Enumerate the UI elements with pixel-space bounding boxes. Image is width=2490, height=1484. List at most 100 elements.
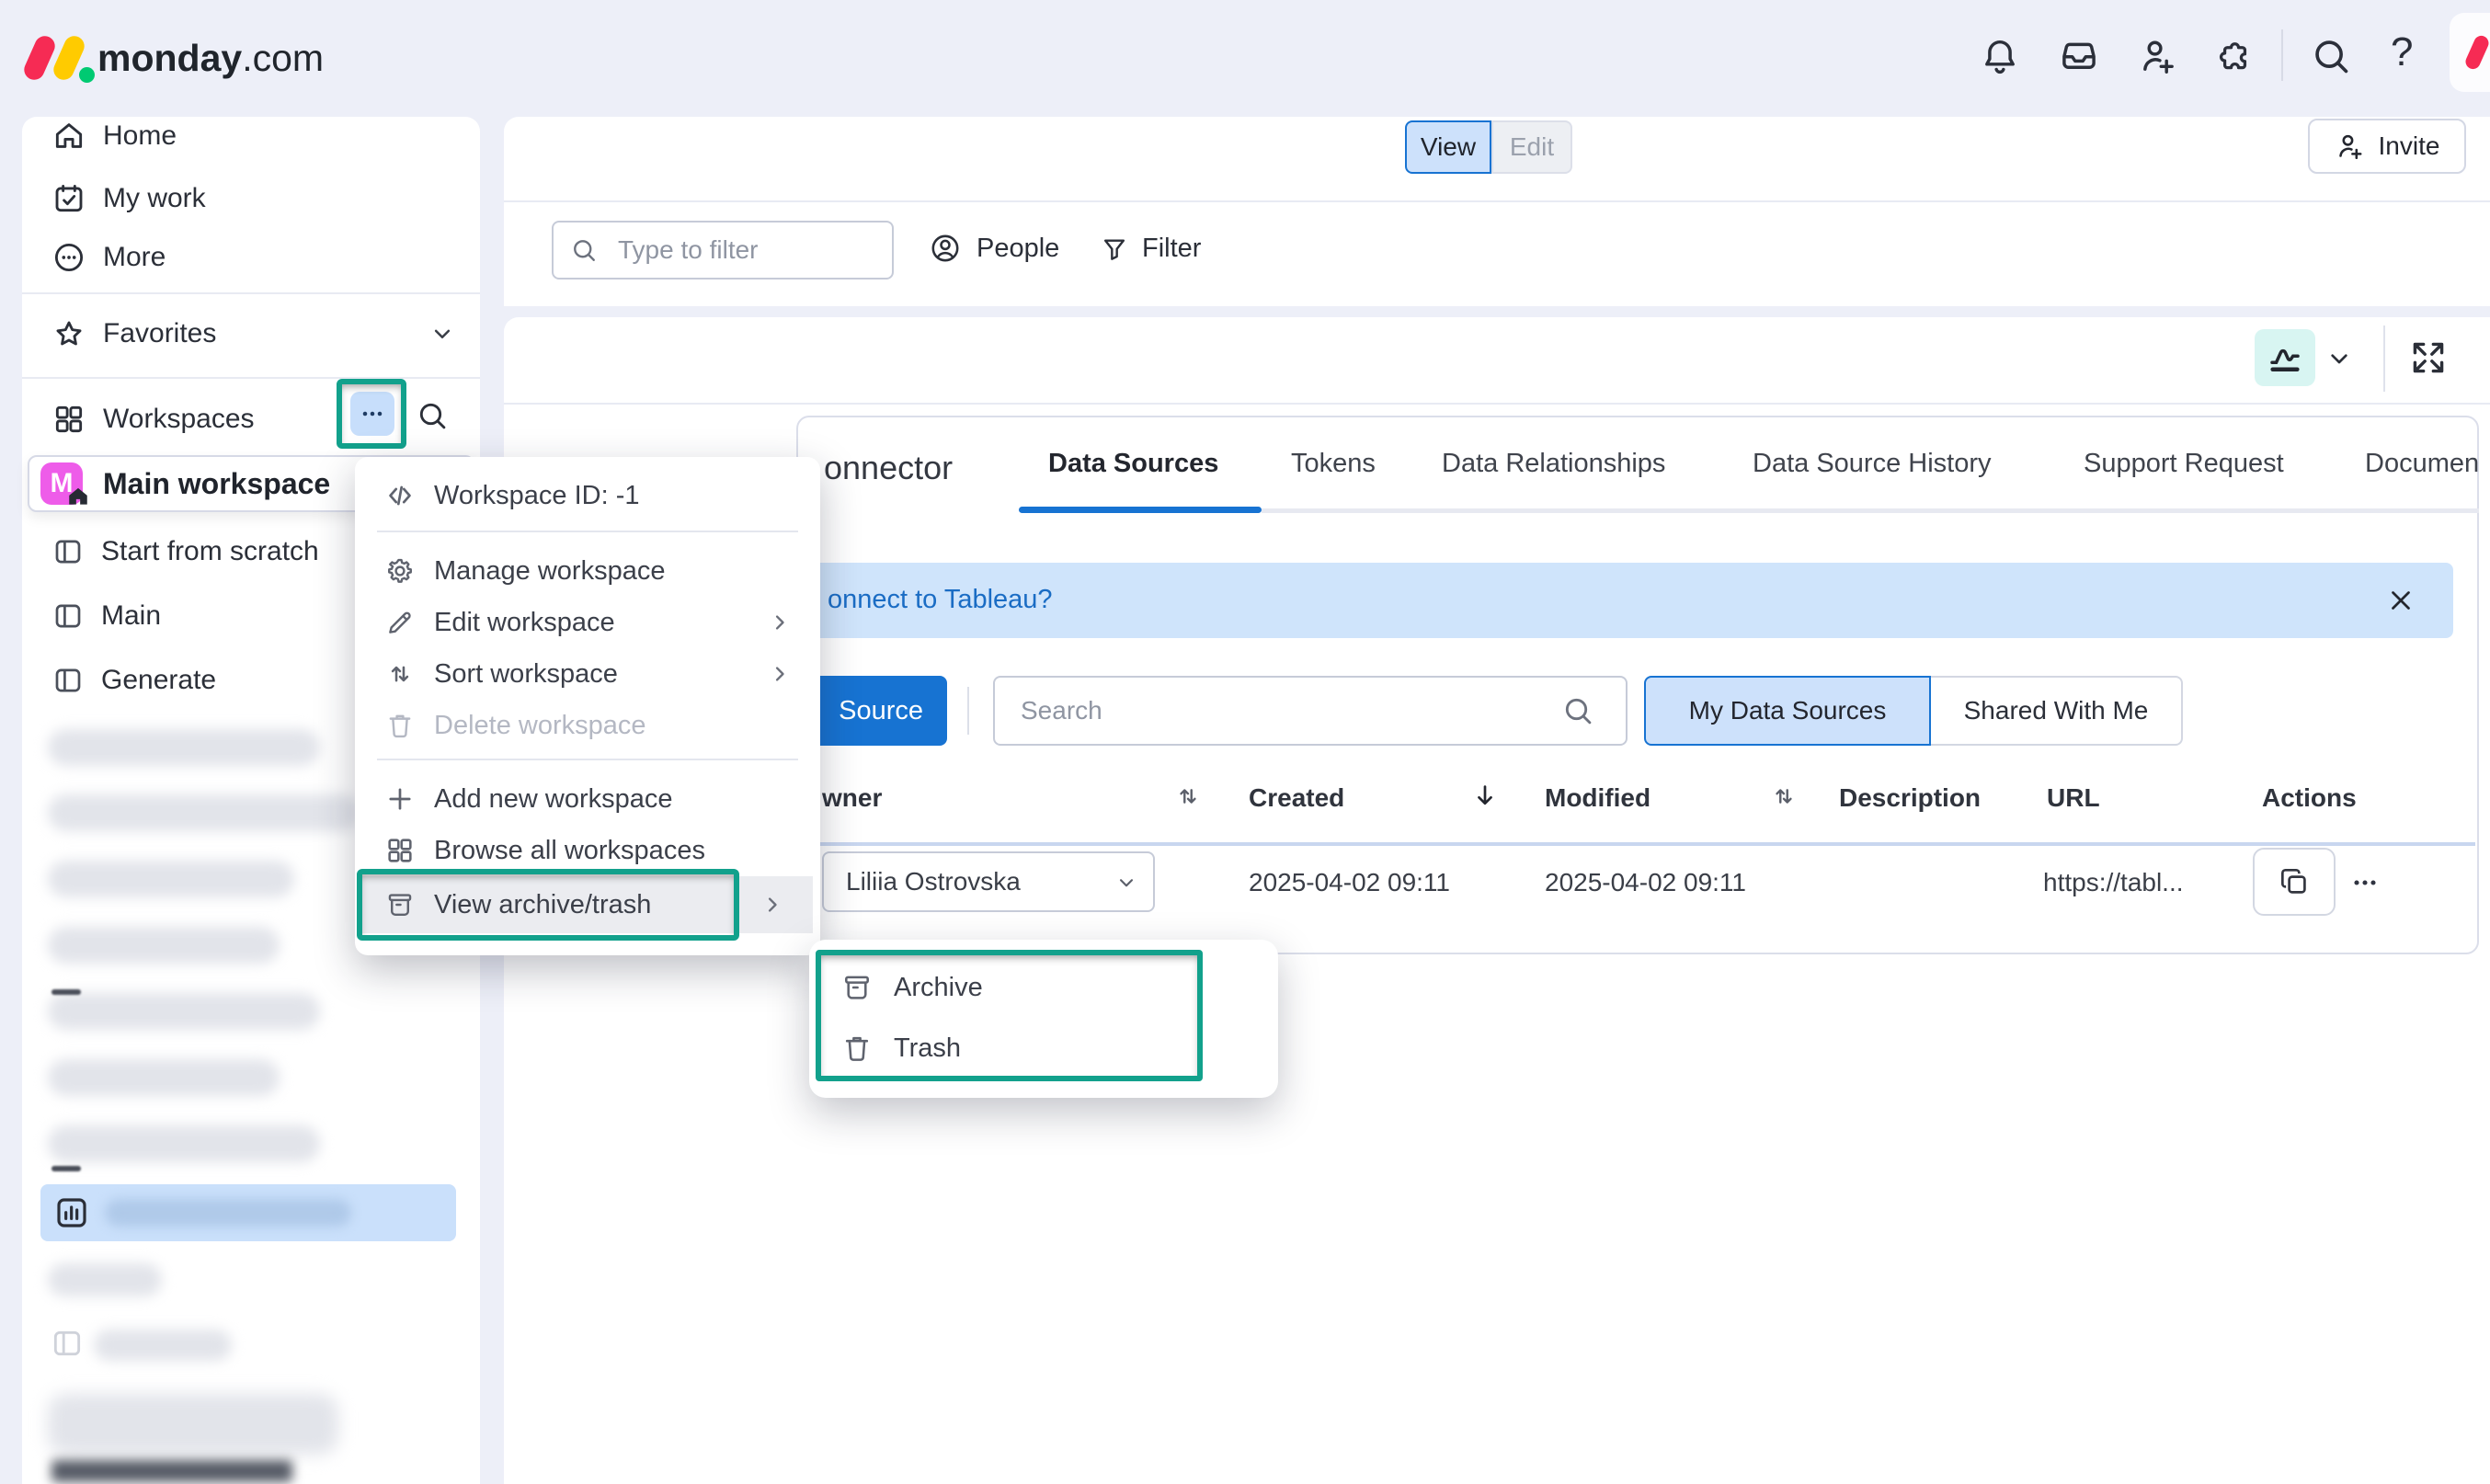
plus-icon <box>384 783 416 815</box>
redacted-board-item[interactable] <box>48 861 294 897</box>
filter-funnel-icon <box>1100 234 1129 264</box>
header-divider <box>2281 29 2283 81</box>
board-icon <box>51 664 85 697</box>
help-icon[interactable]: ? <box>2391 29 2413 75</box>
filter-button[interactable]: Filter <box>1100 234 1201 264</box>
sidebar-divider-2 <box>22 377 480 379</box>
invite-button[interactable]: Invite <box>2308 119 2466 174</box>
current-workspace-name: Main workspace <box>103 467 330 501</box>
menu-item-manage-workspace[interactable]: Manage workspace <box>355 547 820 595</box>
global-search-icon[interactable] <box>2310 35 2352 77</box>
menu-item-edit-workspace[interactable]: Edit workspace <box>355 599 820 646</box>
board-label: Generate <box>101 665 216 696</box>
redacted-board-item[interactable] <box>48 1394 338 1455</box>
sidebar-board-generate[interactable]: Generate <box>51 660 216 701</box>
people-filter-button[interactable]: People <box>929 232 1059 265</box>
copy-url-button[interactable] <box>2253 848 2336 916</box>
submenu-label: Archive <box>894 973 983 1003</box>
owner-dropdown[interactable]: Liliia Ostrovska <box>822 851 1155 912</box>
widget-title-fragment: onnector <box>824 449 953 487</box>
redacted-board-item[interactable] <box>48 1125 320 1162</box>
created-value: 2025-04-02 09:11 <box>1249 868 1450 897</box>
workspace-menu-button[interactable] <box>350 392 394 436</box>
sidebar-item-favorites[interactable]: Favorites <box>51 314 456 354</box>
tab-data-relationships[interactable]: Data Relationships <box>1442 449 1665 479</box>
invite-members-icon[interactable] <box>2137 35 2179 77</box>
redacted-board-icon <box>50 1326 85 1361</box>
submenu-chevron-right-icon <box>767 610 793 635</box>
menu-label: Edit workspace <box>434 608 615 638</box>
apps-marketplace-icon[interactable] <box>2216 35 2258 77</box>
gear-icon <box>384 555 416 587</box>
col-description: Description <box>1839 783 1981 813</box>
menu-divider <box>377 531 798 532</box>
shared-with-me-toggle[interactable]: Shared With Me <box>1929 676 2183 746</box>
tab-support-request[interactable]: Support Request <box>2084 449 2284 479</box>
more-label: More <box>103 242 166 273</box>
my-data-sources-toggle[interactable]: My Data Sources <box>1644 676 1931 746</box>
sidebar-board-start-from-scratch[interactable]: Start from scratch <box>51 531 319 572</box>
pencil-icon <box>384 607 416 638</box>
tab-tokens[interactable]: Tokens <box>1291 449 1376 479</box>
product-switcher[interactable] <box>2450 13 2490 92</box>
tab-documentation[interactable]: Documen <box>2365 449 2479 479</box>
sidebar-item-workspaces[interactable]: Workspaces <box>51 399 255 439</box>
sidebar-item-my-work[interactable]: My work <box>51 178 206 219</box>
source-search-icon <box>1561 694 1594 727</box>
workspace-search-icon[interactable] <box>416 399 449 432</box>
notifications-bell-icon[interactable] <box>1979 35 2021 77</box>
redacted-dash <box>51 1166 81 1171</box>
col-url: URL <box>2047 783 2100 813</box>
tab-data-sources[interactable]: Data Sources <box>1048 449 1218 479</box>
submenu-chevron-right-icon <box>767 661 793 687</box>
menu-item-browse-all-workspaces[interactable]: Browse all workspaces <box>355 827 820 874</box>
redacted-board-item[interactable] <box>48 993 320 1030</box>
type-to-filter-input[interactable] <box>552 221 894 280</box>
menu-item-view-archive-trash[interactable]: View archive/trash <box>359 876 813 933</box>
favorites-chevron-icon[interactable] <box>428 320 456 348</box>
sidebar-selected-item[interactable] <box>40 1184 456 1241</box>
sidebar-item-home[interactable]: Home <box>51 116 177 156</box>
grid-icon <box>384 835 416 866</box>
board-label: Start from scratch <box>101 536 319 567</box>
favorites-label: Favorites <box>103 318 216 349</box>
owner-value: Liliia Ostrovska <box>846 867 1021 896</box>
expand-fullscreen-icon[interactable] <box>2407 337 2450 379</box>
view-toggle-button[interactable]: View <box>1405 120 1491 174</box>
created-sort-desc-icon[interactable] <box>1469 780 1501 811</box>
submenu-item-archive[interactable]: Archive <box>828 964 1232 1011</box>
widget-type-button[interactable] <box>2255 329 2315 386</box>
sidebar-board-main[interactable]: Main <box>51 596 161 636</box>
menu-label: Workspace ID: -1 <box>434 481 639 511</box>
widget-type-chevron-icon[interactable] <box>2324 344 2354 373</box>
menu-item-workspace-id[interactable]: Workspace ID: -1 <box>355 472 820 519</box>
tab-underline-track <box>1262 508 2479 513</box>
redacted-board-item[interactable] <box>48 1263 162 1296</box>
archive-trash-submenu: Archive Trash <box>809 940 1278 1098</box>
redacted-board-item[interactable] <box>48 729 320 766</box>
view-toggle-label: View <box>1421 132 1476 162</box>
banner-close-icon[interactable] <box>2385 585 2416 616</box>
people-person-icon <box>929 232 962 265</box>
redacted-board-item[interactable] <box>94 1330 232 1361</box>
submenu-chevron-right-icon <box>760 892 785 918</box>
col-owner: wner <box>822 783 882 813</box>
redacted-board-item[interactable] <box>48 1059 280 1096</box>
menu-item-sort-workspace[interactable]: Sort workspace <box>355 650 820 698</box>
edit-toggle-button[interactable]: Edit <box>1491 120 1572 174</box>
filter-search-box <box>552 221 894 280</box>
tab-data-source-history[interactable]: Data Source History <box>1753 449 1992 479</box>
banner-link-fragment[interactable]: onnect to Tableau? <box>828 585 1053 615</box>
inbox-icon[interactable] <box>2058 35 2100 77</box>
modified-sort-icon[interactable] <box>1769 782 1799 811</box>
owner-sort-icon[interactable] <box>1173 782 1203 811</box>
copy-icon <box>2277 864 2312 899</box>
source-search-input[interactable] <box>993 676 1628 746</box>
redacted-board-item[interactable] <box>48 927 280 964</box>
redacted-board-item[interactable] <box>48 794 360 831</box>
toolbar-divider <box>2383 325 2385 392</box>
menu-item-add-new-workspace[interactable]: Add new workspace <box>355 775 820 823</box>
submenu-item-trash[interactable]: Trash <box>828 1024 1232 1072</box>
row-actions-menu-icon[interactable] <box>2348 866 2381 899</box>
sidebar-item-more[interactable]: More <box>51 237 166 278</box>
